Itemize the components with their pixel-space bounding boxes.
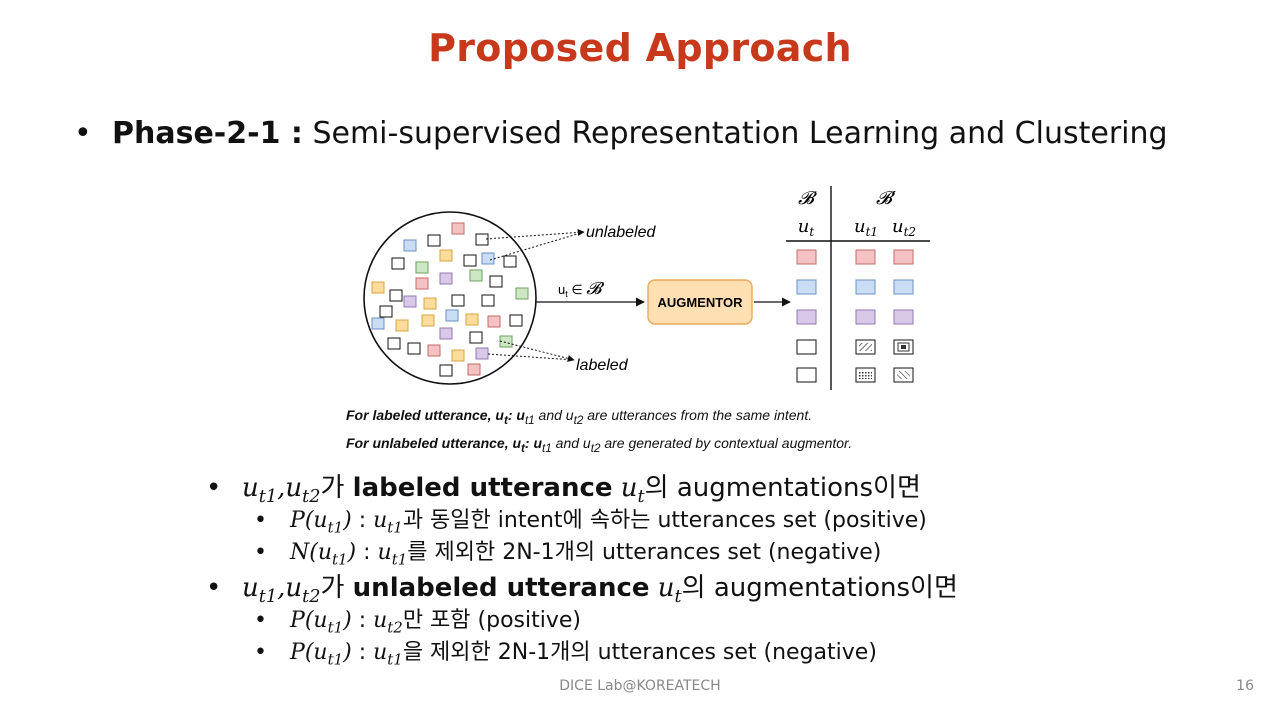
labeled-label: labeled — [576, 357, 629, 374]
col-ut1: ut1 — [854, 216, 878, 239]
col-ut: ut — [798, 216, 815, 239]
bullet-list: • ut1,ut2가 labeled utterance ut의 augmenta… — [206, 470, 958, 670]
sub-bullet-positive-labeled: • P(ut1) : ut1과 동일한 intent에 속하는 utterance… — [254, 508, 927, 537]
slide-footer: DICE Lab@KOREATECH — [559, 678, 721, 694]
col-ut2: ut2 — [892, 216, 916, 239]
col-header-b-prime: 𝓑′ — [876, 188, 896, 209]
bullet-unlabeled: • ut1,ut2가 unlabeled utterance ut의 augmen… — [206, 573, 958, 608]
bullet-dot: • — [74, 116, 92, 151]
input-arrow-label: ut ∈ 𝓑 — [558, 279, 604, 299]
slide-title: Proposed Approach — [428, 26, 852, 70]
sub-bullet-positive-unlabeled: • P(ut1) : ut2만 포함 (positive) — [254, 608, 581, 637]
sub-bullet-negative-labeled: • N(ut1) : ut1를 제외한 2N-1개의 utterances set… — [254, 540, 882, 569]
figure-caption: For labeled utterance, ut: ut1 and ut2 a… — [346, 404, 852, 460]
phase-bullet: • Phase-2-1 : Semi-supervised Representat… — [74, 116, 1168, 151]
caption-line-2: For unlabeled utterance, ut: ut1 and ut2… — [346, 434, 853, 455]
augmentor-label: AUGMENTOR — [658, 295, 744, 310]
table-cells — [796, 249, 914, 383]
phase-label: Phase-2-1 : — [112, 116, 303, 151]
phase-text: Semi-supervised Representation Learning … — [312, 116, 1168, 151]
page-number: 16 — [1236, 678, 1254, 694]
sub-bullet-negative-unlabeled: • P(ut1) : ut1을 제외한 2N-1개의 utterances set… — [254, 640, 877, 669]
unlabeled-label: unlabeled — [586, 224, 657, 241]
bullet-labeled: • ut1,ut2가 labeled utterance ut의 augmenta… — [206, 473, 921, 508]
caption-line-1: For labeled utterance, ut: ut1 and ut2 a… — [346, 407, 813, 427]
col-header-b: 𝓑 — [798, 188, 817, 209]
